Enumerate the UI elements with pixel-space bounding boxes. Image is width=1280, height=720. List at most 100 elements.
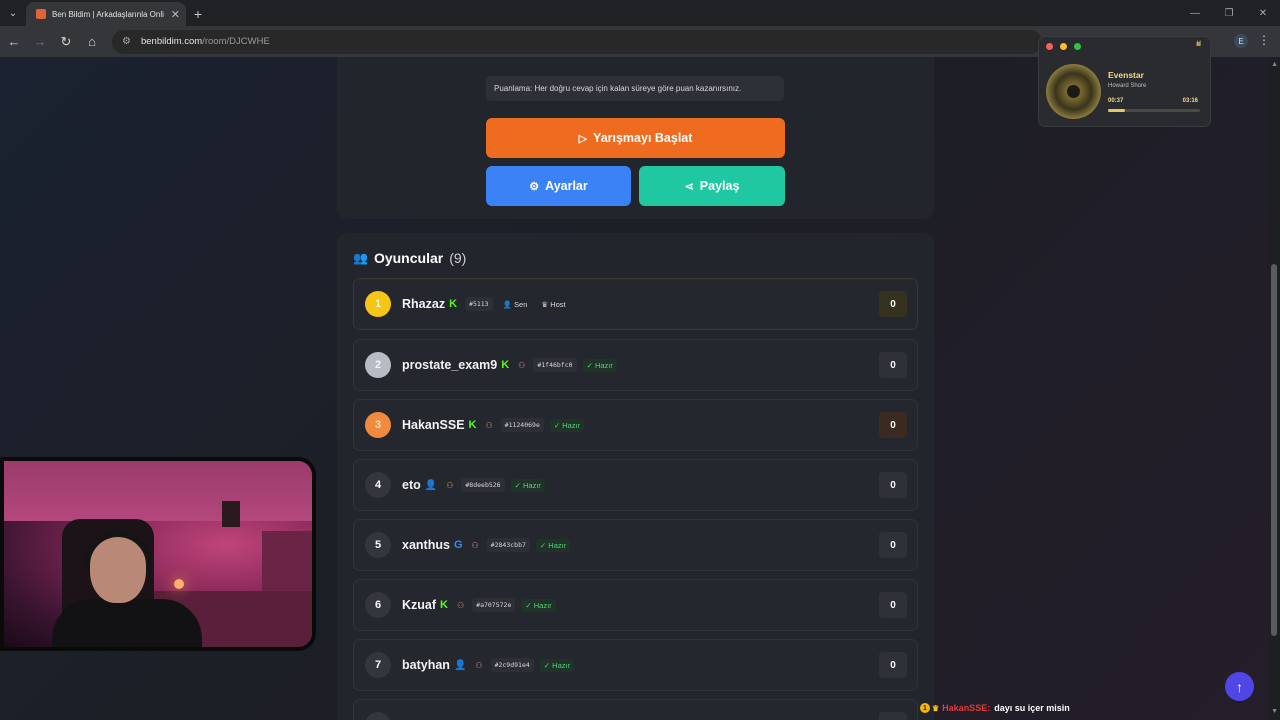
webcam-lamp (174, 579, 184, 589)
close-tab-icon[interactable]: ✕ (171, 8, 180, 21)
player-code: #8deeb526 (461, 478, 505, 492)
ready-badge: ✓ Hazır (510, 478, 545, 492)
kick-icon: K (501, 359, 510, 371)
new-tab-icon[interactable]: + (186, 2, 210, 26)
song-title: Evenstar (1108, 70, 1144, 80)
kick-player-icon[interactable]: ⚇ (475, 661, 482, 670)
address-bar[interactable]: ⚙ benbildim.com/room/DJCWHE (112, 29, 1042, 54)
restore-icon[interactable]: ❐ (1212, 0, 1246, 26)
player-score: 0 (879, 652, 907, 678)
settings-label: Ayarlar (545, 179, 588, 193)
ready-badge: ✓ Hazır (521, 598, 556, 612)
you-badge: 👤 Sen (502, 299, 528, 309)
kick-icon: K (468, 419, 477, 431)
player-name: eto (402, 478, 421, 492)
tab-active[interactable]: Ben Bildim | Arkadaşlarınla Onli ✕ (26, 2, 186, 26)
start-game-button[interactable]: ▷ Yarışmayı Başlat (486, 118, 785, 158)
elapsed-time: 00:37 (1108, 98, 1124, 104)
player-rank: 1 (365, 291, 391, 317)
players-card: 👥 Oyuncular (9) 1 Rhazaz K #5113 👤 Sen ♛… (337, 233, 934, 720)
chat-text: dayı su içer misin (994, 703, 1070, 713)
player-rank: 5 (365, 532, 391, 558)
close-dot-icon[interactable] (1046, 43, 1053, 50)
album-art (1046, 64, 1101, 119)
arrow-up-icon: ↑ (1236, 678, 1243, 695)
total-time: 03:16 (1182, 98, 1198, 104)
player-score: 0 (879, 412, 907, 438)
tab-search-icon[interactable]: ⌄ (0, 0, 26, 26)
scroll-down-arrow-icon[interactable]: ▼ (1271, 708, 1278, 715)
share-label: Paylaş (699, 179, 740, 193)
play-icon: ▷ (578, 132, 588, 145)
music-player-widget: ılııl Evenstar Howard Shore 00:37 03:16 (1038, 36, 1211, 127)
chat-user: HakanSSE: (942, 703, 991, 713)
guest-icon: 👤 (424, 479, 438, 491)
player-score: 0 (879, 291, 907, 317)
player-code: #5113 (465, 297, 493, 311)
scroll-up-arrow-icon[interactable]: ▲ (1271, 61, 1278, 68)
minimize-dot-icon[interactable] (1060, 43, 1067, 50)
ready-label: Hazır (594, 360, 613, 370)
players-count: (9) (449, 250, 467, 266)
player-row: 4 eto 👤 ⚇ #8deeb526 ✓ Hazır 0 (353, 459, 918, 511)
player-score: 0 (879, 532, 907, 558)
zoom-dot-icon[interactable] (1074, 43, 1081, 50)
window-controls: — ❐ ✕ (1178, 0, 1280, 26)
ready-label: Hazır (562, 420, 581, 430)
kick-icon: K (440, 599, 448, 611)
kick-player-icon[interactable]: ⚇ (485, 421, 492, 430)
equalizer-icon: ılııl (1196, 41, 1201, 48)
player-row: 5 xanthus G ⚇ #2843cbb7 ✓ Hazır 0 (353, 519, 918, 571)
ready-badge: ✓ Hazır (549, 418, 585, 432)
song-artist: Howard Shore (1108, 83, 1147, 89)
users-icon: 👥 (353, 251, 368, 265)
player-code: #2843cbb7 (486, 538, 530, 552)
scrollbar-thumb[interactable] (1271, 264, 1277, 636)
song-progress-fill (1108, 109, 1126, 112)
kick-player-icon[interactable]: ⚇ (518, 361, 525, 370)
forward-icon[interactable]: → (28, 30, 52, 54)
gear-icon: ⚙ (529, 180, 540, 193)
player-row: 3 HakanSSE K ⚇ #1124069e ✓ Hazır 0 (353, 399, 918, 451)
song-progress-bar[interactable] (1108, 109, 1200, 112)
player-rank: 6 (365, 592, 391, 618)
host-badge: ♛ Host (541, 299, 566, 309)
player-row: 7 batyhan 👤 ⚇ #2c9d91e4 ✓ Hazır 0 (353, 639, 918, 691)
scroll-to-top-button[interactable]: ↑ (1225, 672, 1254, 701)
player-rank: 4 (365, 472, 391, 498)
browser-menu-icon[interactable]: ⋮ (1258, 33, 1270, 47)
player-name: Rhazaz (402, 297, 446, 311)
site-info-icon[interactable]: ⚙ (122, 36, 131, 47)
back-icon[interactable]: ← (2, 30, 26, 54)
site-favicon-icon (36, 9, 46, 19)
chat-message: 1 ♛ HakanSSE: dayı su içer misin (920, 703, 1070, 713)
ready-badge: ✓ Hazır (582, 358, 617, 372)
kick-player-icon[interactable]: ⚇ (472, 541, 479, 550)
share-button[interactable]: ⋖ Paylaş (639, 166, 785, 206)
webcam-poster (222, 501, 240, 527)
reload-icon[interactable]: ↻ (54, 30, 78, 54)
kick-player-icon[interactable]: ⚇ (457, 601, 464, 610)
room-controls-card: Puanlama: Her doğru cevap için kalan sür… (337, 57, 934, 219)
player-code: #1124069e (500, 418, 544, 432)
minimize-icon[interactable]: — (1178, 0, 1212, 26)
player-code: #1f46bfc0 (533, 358, 577, 372)
player-row (353, 699, 918, 720)
tab-title: Ben Bildim | Arkadaşlarınla Onli (52, 9, 164, 19)
kick-player-icon[interactable]: ⚇ (446, 481, 453, 490)
player-row: 2 prostate_exam9 K ⚇ #1f46bfc0 ✓ Hazır 0 (353, 339, 918, 391)
close-window-icon[interactable]: ✕ (1246, 0, 1280, 26)
ready-label: Hazır (548, 540, 567, 550)
home-icon[interactable]: ⌂ (80, 30, 104, 54)
settings-button[interactable]: ⚙ Ayarlar (486, 166, 631, 206)
players-title: Oyuncular (373, 250, 444, 266)
google-icon: G (453, 539, 463, 551)
chat-badge: 1 (920, 703, 930, 713)
player-name: xanthus (402, 538, 450, 552)
player-rank: 2 (365, 352, 391, 378)
player-row: 6 Kzuaf K ⚇ #a707572e ✓ Hazır 0 (353, 579, 918, 631)
player-rank: 7 (365, 652, 391, 678)
ready-badge: ✓ Hazır (539, 658, 575, 672)
host-label: Host (550, 299, 566, 309)
profile-avatar[interactable]: E (1234, 34, 1248, 48)
